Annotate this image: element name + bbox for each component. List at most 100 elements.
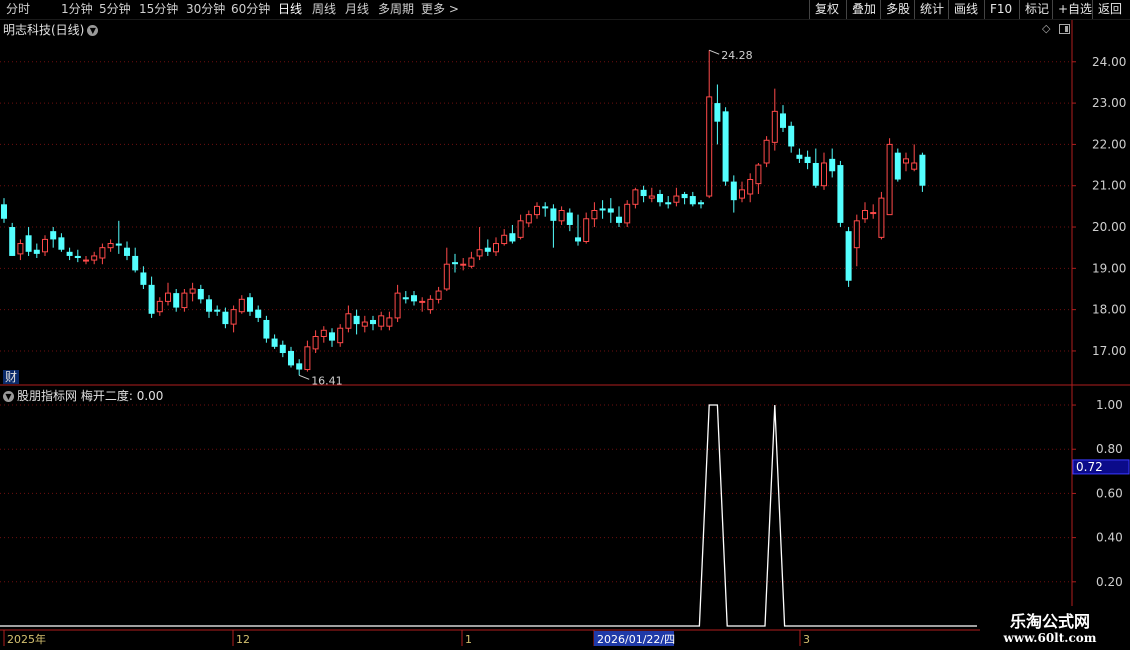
chevron-down-icon[interactable]: ▼ — [87, 25, 99, 36]
candle-body — [320, 329, 327, 337]
candle-body — [607, 208, 614, 213]
period-tab-1min[interactable]: 1分钟 — [61, 1, 93, 18]
candle-body — [452, 262, 458, 265]
candle-body — [780, 113, 786, 128]
price-tick-label: 24.00 — [1092, 55, 1126, 69]
indicator-label: 梅开二度: — [80, 389, 133, 403]
candle-body — [345, 313, 352, 329]
high-pointer — [709, 49, 720, 55]
candle-body — [33, 249, 40, 254]
back-button[interactable]: 返回 — [1092, 0, 1130, 19]
candle-body — [386, 317, 393, 327]
statistics-button[interactable]: 统计 — [914, 0, 948, 19]
candle-body — [616, 216, 622, 223]
adjust-button[interactable]: 复权 — [809, 0, 846, 19]
candle-body — [517, 220, 524, 238]
candle-body — [566, 212, 573, 225]
candle-body — [148, 284, 155, 314]
multi-stock-button[interactable]: 多股 — [880, 0, 914, 19]
candle-body — [255, 309, 262, 318]
candle-body — [83, 259, 89, 262]
candle-body — [722, 111, 729, 182]
finance-marker[interactable]: 财 — [3, 370, 19, 384]
indicator-tick-label: 1.00 — [1096, 398, 1123, 412]
candle-body — [9, 227, 16, 256]
candle-body — [238, 298, 245, 313]
period-tab-monthly[interactable]: 月线 — [345, 1, 369, 18]
period-tab-timeshare[interactable]: 分时 — [6, 1, 30, 18]
candle-body — [378, 315, 385, 327]
candle-body — [673, 195, 680, 203]
period-tab-multi[interactable]: 多周期 — [378, 1, 414, 18]
candle-body — [99, 247, 106, 259]
candle-body — [763, 139, 770, 164]
candle-body — [755, 164, 762, 185]
candle-body — [58, 237, 65, 250]
more-periods-button[interactable]: 更多 > — [421, 1, 459, 18]
candle-body — [312, 335, 319, 350]
candle-body — [681, 193, 688, 199]
candle-body — [1, 204, 7, 219]
candle-body — [657, 193, 663, 203]
candle-body — [165, 292, 171, 302]
price-tick-label: 21.00 — [1092, 179, 1126, 193]
candle-body — [706, 96, 713, 197]
candle-body — [435, 290, 442, 300]
indicator-tick-label: 0.40 — [1096, 531, 1123, 545]
price-tick-label: 17.00 — [1092, 344, 1126, 358]
indicator-title: ▼ 股朋指标网 梅开二度: 0.00 — [3, 387, 163, 404]
period-tab-weekly[interactable]: 周线 — [312, 1, 336, 18]
period-tab-5min[interactable]: 5分钟 — [99, 1, 131, 18]
diamond-icon[interactable]: ◇ — [1042, 23, 1052, 34]
chart-frame — [0, 20, 1130, 631]
candle-body — [878, 197, 885, 238]
candle-body — [427, 298, 434, 311]
indicator-tick-label: 0.60 — [1096, 486, 1123, 500]
candle-body — [296, 363, 303, 370]
candle-body — [648, 195, 655, 199]
date-tick-label: 1 — [465, 633, 472, 646]
indicator-tick-label: 0.20 — [1096, 575, 1123, 589]
chevron-down-icon[interactable]: ▼ — [3, 391, 14, 402]
candle-body — [837, 165, 844, 223]
overlay-button[interactable]: 叠加 — [846, 0, 880, 19]
low-pointer — [299, 374, 310, 380]
period-tab-daily[interactable]: 日线 — [278, 1, 302, 18]
candlesticks — [1, 50, 926, 376]
watermark-title: 乐淘公式网 — [1009, 612, 1090, 631]
watermark: 乐淘公式网 www.60lt.com — [980, 606, 1130, 650]
candle-body — [419, 300, 426, 303]
candle-body — [402, 297, 409, 300]
cursor-value-label: 0.72 — [1076, 460, 1103, 474]
candle-body — [894, 152, 901, 180]
candle-body — [247, 297, 253, 312]
candle-body — [804, 156, 811, 163]
candle-body — [42, 238, 48, 253]
indicator-line — [0, 404, 977, 627]
candle-body — [698, 202, 704, 205]
add-favorite-button[interactable]: +自选 — [1052, 0, 1092, 19]
mark-button[interactable]: 标记 — [1019, 0, 1052, 19]
panel-toggle-icon[interactable] — [1059, 24, 1070, 34]
candle-body — [443, 263, 450, 290]
candle-body — [197, 288, 204, 300]
candle-body — [714, 103, 721, 122]
candle-body — [739, 189, 745, 199]
candle-body — [124, 247, 130, 256]
candle-body — [66, 251, 73, 256]
candle-body — [484, 247, 491, 252]
candle-body — [91, 255, 98, 261]
kline-chart[interactable]: 24.00 23.00 22.00 21.00 20.00 19.00 18.00 17.00… — [0, 19, 1130, 650]
price-tick-label: 23.00 — [1092, 96, 1126, 110]
candle-body — [271, 338, 278, 347]
candle-body — [222, 311, 229, 325]
grid-lines — [0, 61, 1072, 583]
draw-line-button[interactable]: 画线 — [948, 0, 984, 19]
period-tab-30min[interactable]: 30分钟 — [186, 1, 225, 18]
candle-body — [353, 315, 360, 325]
f10-button[interactable]: F10 — [984, 0, 1019, 19]
price-tick-label: 22.00 — [1092, 137, 1126, 151]
period-tab-60min[interactable]: 60分钟 — [231, 1, 270, 18]
indicator-axis: 1.00 0.80 0.60 0.40 0.20 0.72 — [1072, 398, 1130, 589]
period-tab-15min[interactable]: 15分钟 — [139, 1, 178, 18]
